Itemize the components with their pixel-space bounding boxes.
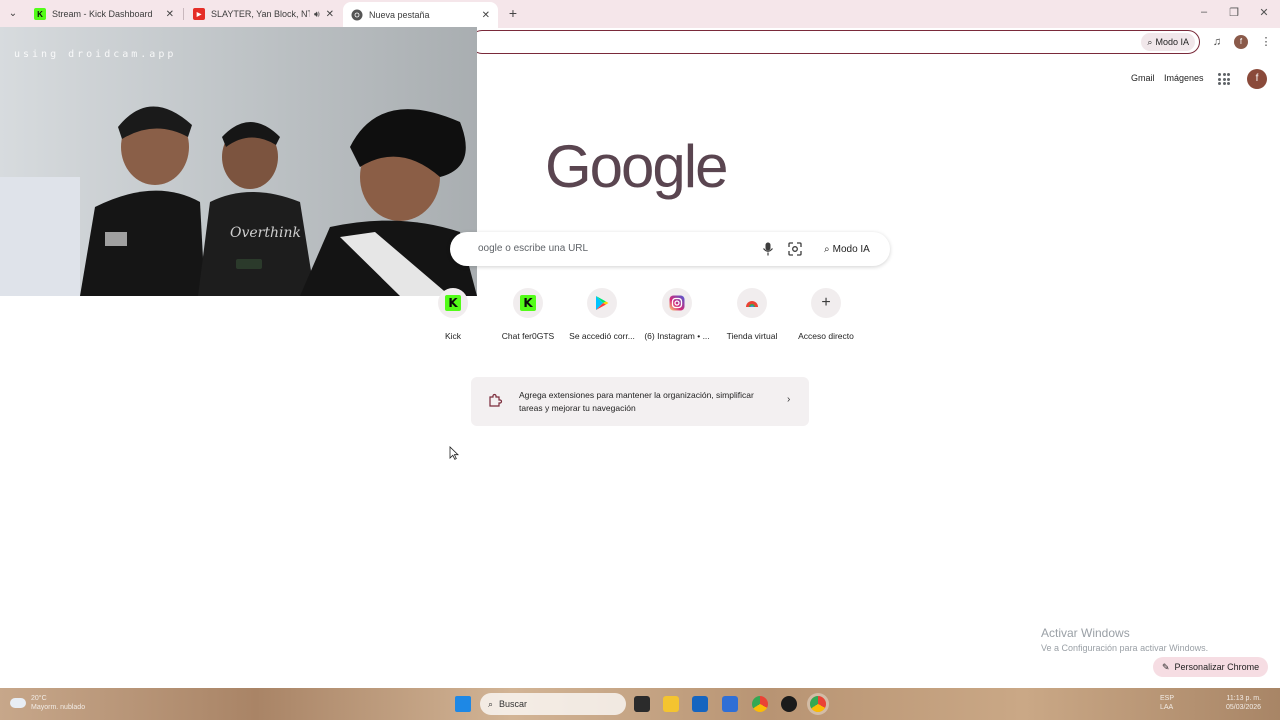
- tab-title: Nueva pestaña: [369, 10, 430, 20]
- search-icon: ⌕: [488, 698, 494, 709]
- tab-youtube-music[interactable]: ▶ SLAYTER, Yan Block, NTG - S 🔊︎ ✕: [185, 2, 342, 26]
- windows-taskbar: 20°C Mayorm. nublado ⌕ Buscar ESP LAA 11…: [0, 688, 1280, 720]
- weather-widget[interactable]: 20°C Mayorm. nublado: [10, 694, 85, 712]
- search-ai-mode-label: Modo IA: [832, 243, 870, 255]
- tab-title: Stream - Kick Dashboard: [52, 9, 153, 19]
- plus-icon: +: [811, 288, 841, 318]
- shortcut-label: Se accedió corr...: [569, 331, 635, 341]
- microsoft-store-icon[interactable]: [692, 696, 708, 712]
- search-ai-mode-button[interactable]: ⌕ Modo IA: [816, 239, 878, 259]
- kick-icon: K: [520, 295, 536, 311]
- activation-title: Activar Windows: [1041, 626, 1130, 640]
- customize-chrome-button[interactable]: ✎ Personalizar Chrome: [1153, 657, 1269, 677]
- google-play-icon: [596, 296, 609, 310]
- taskbar-clock[interactable]: 11:13 p. m. 05/03/2026: [1226, 694, 1261, 712]
- clock-date: 05/03/2026: [1226, 704, 1262, 711]
- chrome-web-store-icon: [746, 301, 758, 307]
- microphone-icon[interactable]: [762, 242, 774, 256]
- omnibox[interactable]: ⌕ Modo IA: [470, 30, 1200, 54]
- mouse-cursor-icon: [449, 446, 459, 460]
- droidcam-watermark: using droidcam.app: [14, 49, 177, 60]
- tab-divider: [183, 8, 184, 20]
- ai-search-icon: ⌕: [824, 243, 830, 255]
- tray-lang: ESP: [1160, 695, 1175, 702]
- shortcut-chat-kick[interactable]: K Chat fer0GTS: [491, 288, 565, 341]
- language-indicator[interactable]: ESP LAA: [1160, 694, 1174, 712]
- task-view-icon[interactable]: [634, 696, 650, 712]
- outlook-icon[interactable]: [722, 696, 738, 712]
- taskbar-search-label: Buscar: [499, 699, 528, 709]
- extensions-promo-text: Agrega extensiones para mantener la orga…: [519, 390, 754, 413]
- weather-temp: 20°C: [31, 695, 47, 702]
- shortcut-instagram[interactable]: (6) Instagram • ...: [640, 288, 714, 341]
- shortcut-kick[interactable]: K Kick: [416, 288, 490, 341]
- google-logo: Google: [545, 133, 728, 200]
- chevron-right-icon: ›: [787, 394, 791, 405]
- file-explorer-icon[interactable]: [663, 696, 679, 712]
- svg-text:Overthink: Overthink: [230, 225, 301, 241]
- kick-icon: K: [445, 295, 461, 311]
- extensions-promo-card[interactable]: Agrega extensiones para mantener la orga…: [471, 377, 809, 426]
- ai-mode-button[interactable]: ⌕ Modo IA: [1141, 33, 1195, 51]
- chrome-icon: [351, 9, 363, 21]
- shortcut-icon-bg: K: [438, 288, 468, 318]
- tab-strip: ⌄ K Stream - Kick Dashboard ✕ ▶ SLAYTER,…: [0, 0, 1280, 28]
- tab-search-chevron-icon[interactable]: ⌄: [6, 7, 20, 21]
- maximize-icon[interactable]: ❐: [1226, 6, 1242, 19]
- obs-studio-icon[interactable]: [781, 696, 797, 712]
- webcam-overlay: Overthink using droidcam.app: [0, 27, 477, 296]
- shortcut-icon-bg: K: [513, 288, 543, 318]
- weather-desc: Mayorm. nublado: [31, 704, 86, 711]
- shortcut-label: Tienda virtual: [726, 331, 778, 341]
- taskbar-search-box[interactable]: ⌕ Buscar: [480, 693, 626, 715]
- kebab-menu-icon[interactable]: ⋮: [1259, 35, 1273, 49]
- puzzle-piece-icon: [489, 393, 503, 407]
- kick-icon: K: [34, 8, 46, 20]
- minimize-icon[interactable]: –: [1196, 6, 1212, 18]
- chrome-taskbar-icon[interactable]: [752, 696, 768, 712]
- webcam-video-image: Overthink: [0, 27, 477, 296]
- new-tab-plus-icon[interactable]: +: [505, 5, 521, 21]
- activation-subtitle: Ve a Configuración para activar Windows.: [1041, 643, 1209, 653]
- shortcut-icon-bg: [737, 288, 767, 318]
- shortcut-label: Kick: [444, 331, 462, 341]
- clock-time: 11:13 p. m.: [1226, 695, 1262, 702]
- close-icon[interactable]: ✕: [326, 9, 334, 20]
- tab-kick-dashboard[interactable]: K Stream - Kick Dashboard ✕: [26, 2, 182, 26]
- shortcut-label: Chat fer0GTS: [501, 331, 555, 341]
- tab-new-tab[interactable]: Nueva pestaña ✕: [343, 2, 498, 28]
- close-icon[interactable]: ✕: [482, 10, 490, 21]
- search-placeholder: oogle o escribe una URL: [478, 243, 589, 254]
- shortcut-add[interactable]: + Acceso directo: [789, 288, 863, 341]
- shortcut-icon-bg: [662, 288, 692, 318]
- shortcut-label: Acceso directo: [798, 331, 854, 341]
- close-icon[interactable]: ✕: [166, 9, 174, 20]
- ai-mode-label: Modo IA: [1155, 37, 1189, 47]
- cloud-icon: [10, 698, 26, 708]
- shortcut-web-store[interactable]: Tienda virtual: [715, 288, 789, 341]
- tab-title: SLAYTER, Yan Block, NTG - S: [211, 9, 310, 19]
- account-avatar[interactable]: f: [1247, 69, 1267, 89]
- ntp-search-box[interactable]: oogle o escribe una URL ⌕ Modo IA: [450, 232, 890, 266]
- google-apps-grid-icon[interactable]: [1218, 73, 1230, 85]
- speaker-icon[interactable]: 🔊︎: [314, 9, 320, 20]
- shortcut-google-play[interactable]: Se accedió corr...: [565, 288, 639, 341]
- instagram-icon: [669, 295, 685, 311]
- gmail-link[interactable]: Gmail: [1131, 73, 1155, 83]
- youtube-icon: ▶: [193, 8, 205, 20]
- shortcut-label: (6) Instagram • ...: [644, 331, 710, 341]
- ai-search-icon: ⌕: [1147, 36, 1153, 47]
- google-lens-icon[interactable]: [788, 242, 802, 256]
- tray-region: LAA: [1160, 704, 1174, 711]
- close-window-icon[interactable]: ✕: [1256, 6, 1272, 19]
- images-link[interactable]: Imágenes: [1164, 73, 1204, 83]
- media-controls-icon[interactable]: ♫: [1210, 35, 1224, 49]
- profile-avatar[interactable]: f: [1234, 35, 1248, 49]
- customize-chrome-label: Personalizar Chrome: [1174, 662, 1260, 672]
- pencil-icon: ✎: [1162, 661, 1170, 672]
- shortcut-icon-bg: [587, 288, 617, 318]
- windows-start-icon[interactable]: [455, 696, 471, 712]
- chrome-active-taskbar-icon[interactable]: [810, 696, 826, 712]
- windows-activation-watermark: Activar Windows Ve a Configuración para …: [1041, 626, 1208, 653]
